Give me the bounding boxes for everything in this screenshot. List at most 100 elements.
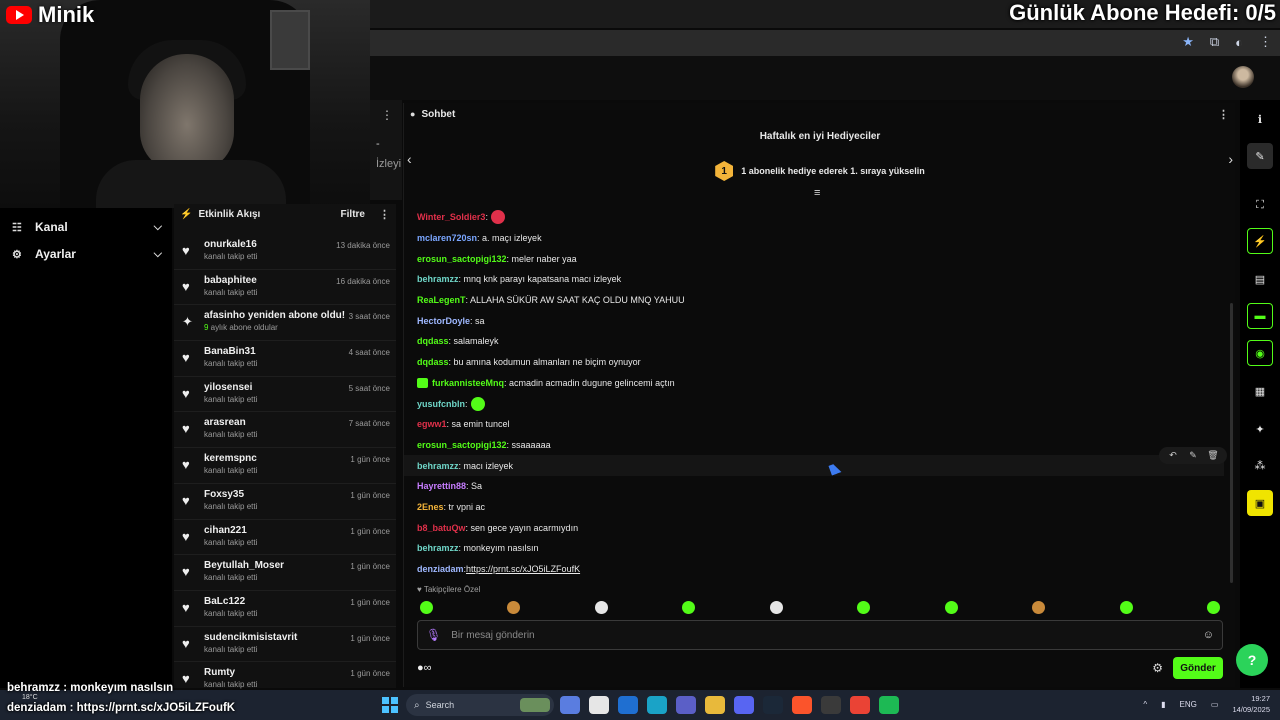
emote-icon[interactable]	[944, 601, 958, 614]
emote-icon[interactable]	[594, 601, 608, 614]
share-icon[interactable]: ⁂	[1247, 452, 1273, 478]
chat-message[interactable]: behramzz: monkeyım nasılsın	[404, 538, 1224, 559]
more-options-icon[interactable]: ⋮	[1218, 108, 1229, 121]
chat-username[interactable]: denziadam	[417, 564, 464, 574]
activity-user[interactable]: cihan221	[204, 525, 350, 536]
more-options-icon[interactable]: ⋮	[379, 208, 390, 221]
activity-row[interactable]: ♥ yilosensei kanalı takip etti 5 saat önce	[174, 377, 396, 413]
activity-user[interactable]: BaLc122	[204, 596, 350, 607]
emote-icon[interactable]	[1032, 601, 1046, 614]
chat-message[interactable]: Hayrettin88: Sa	[404, 476, 1224, 497]
sidebar-item-channel[interactable]: ☷ Kanal ⌵	[12, 220, 162, 234]
activity-user[interactable]: keremspnc	[204, 453, 350, 464]
activity-row[interactable]: ♥ Beytullah_Moser kanalı takip etti 1 gün ö…	[174, 555, 396, 591]
activity-row[interactable]: ♥ cihan221 kanalı takip etti 1 gün önce	[174, 520, 396, 556]
activity-row[interactable]: ♥ BaLc122 kanalı takip etti 1 gün önce	[174, 591, 396, 627]
chrome-icon[interactable]	[850, 696, 870, 714]
broadcast-icon[interactable]: ◉	[1247, 340, 1273, 366]
activity-user[interactable]: onurkale16	[204, 239, 336, 250]
folder-icon[interactable]	[705, 696, 725, 714]
emote-icon[interactable]	[507, 601, 521, 614]
chat-username[interactable]: mclaren720sn	[417, 233, 477, 243]
chat-username[interactable]: b8_batuQw	[417, 523, 466, 533]
chat-username[interactable]: behramzz	[417, 543, 459, 553]
chat-username[interactable]: HectorDoyle	[417, 316, 470, 326]
chat-username[interactable]: erosun_sactopigi132	[417, 440, 507, 450]
brave-icon[interactable]	[792, 696, 812, 714]
collapse-icon[interactable]: ≡	[814, 187, 820, 199]
activity-user[interactable]: babaphitee	[204, 275, 336, 286]
chat-username[interactable]: Winter_Soldier3	[417, 212, 485, 222]
extensions-icon[interactable]: ⧉	[1210, 34, 1219, 50]
activity-row[interactable]: ✦ afasinho yeniden abone oldu! 9 aylık abo…	[174, 305, 396, 342]
emote-icon[interactable]	[1206, 601, 1220, 614]
activity-user[interactable]: Foxsy35	[204, 489, 350, 500]
help-button[interactable]: ?	[1236, 644, 1268, 676]
clock[interactable]: 19:27 14/09/2025	[1232, 693, 1270, 715]
chat-username[interactable]: furkannisteeMnq	[432, 378, 504, 388]
pin-icon[interactable]: ✎	[1185, 450, 1201, 461]
activity-user[interactable]: yilosensei	[204, 382, 349, 393]
obs-icon[interactable]	[821, 696, 841, 714]
browser-menu-icon[interactable]: ⋮	[1259, 34, 1272, 50]
outlook-icon[interactable]	[618, 696, 638, 714]
chat-message[interactable]: dqdass: bu amına kodumun almanları ne bi…	[404, 352, 1224, 373]
tray-chevron-icon[interactable]: ^	[1143, 700, 1147, 709]
activity-user[interactable]: Beytullah_Moser	[204, 560, 350, 571]
lightning-icon[interactable]: ⚡	[1247, 228, 1273, 254]
activity-row[interactable]: ♥ onurkale16 kanalı takip etti 13 dakika ön…	[174, 234, 396, 270]
fullscreen-icon[interactable]: ⛶	[1247, 192, 1273, 218]
steam-icon[interactable]	[763, 696, 783, 714]
chat-username[interactable]: ReaLegenT	[417, 295, 466, 305]
emoji-icon[interactable]: ☺	[1203, 629, 1214, 641]
chat-message[interactable]: mclaren720sn: a. maçı izleyek	[404, 228, 1224, 249]
chat-username[interactable]: dqdass	[417, 357, 449, 367]
chat-message[interactable]: erosun_sactopigi132: meler naber yaa	[404, 248, 1224, 269]
edit-icon[interactable]: ✎	[1247, 143, 1273, 169]
chat-username[interactable]: behramzz	[417, 274, 459, 284]
chat-username[interactable]: erosun_sactopigi132	[417, 254, 507, 264]
document-icon[interactable]: ▤	[1247, 266, 1273, 292]
emote-icon[interactable]	[682, 601, 696, 614]
edge-icon[interactable]	[647, 696, 667, 714]
chat-link[interactable]: https://prnt.sc/xJO5iLZFoufK	[466, 564, 580, 574]
layout-icon[interactable]: ▦	[1247, 378, 1273, 404]
windows-start-icon[interactable]	[382, 697, 398, 713]
chat-username[interactable]: dqdass	[417, 336, 449, 346]
send-button[interactable]: Gönder	[1173, 657, 1223, 679]
chat-username[interactable]: Hayrettin88	[417, 481, 466, 491]
chat-message[interactable]: Winter_Soldier3:	[404, 207, 1224, 228]
chat-icon[interactable]: ▬	[1247, 303, 1273, 329]
activity-row[interactable]: ♥ Foxsy35 kanalı takip etti 1 gün önce	[174, 484, 396, 520]
emote-icon[interactable]	[857, 601, 871, 614]
chat-message[interactable]: yusufcnbln:	[404, 393, 1224, 414]
activity-user[interactable]: afasinho yeniden abone oldu!	[204, 310, 349, 321]
chat-message[interactable]: 2Enes: tr vpni ac	[404, 497, 1224, 518]
copilot-icon[interactable]	[560, 696, 580, 714]
reply-icon[interactable]: ↶	[1165, 450, 1181, 461]
chat-message[interactable]: behramzz: mnq knk parayı kapatsana macı …	[404, 269, 1224, 290]
activity-row[interactable]: ♥ keremspnc kanalı takip etti 1 gün önce	[174, 448, 396, 484]
microphone-icon[interactable]: 🎙	[426, 628, 441, 642]
points-icon[interactable]: ●∞	[417, 662, 432, 674]
chat-message[interactable]: HectorDoyle: sa	[404, 310, 1224, 331]
chat-settings-icon[interactable]: ⚙	[1152, 661, 1163, 675]
microphone-tray-icon[interactable]: ▮	[1161, 700, 1165, 709]
filter-button[interactable]: Filtre	[341, 209, 365, 220]
profile-icon[interactable]: ◐	[1235, 35, 1243, 50]
discord-icon[interactable]	[734, 696, 754, 714]
emote-icon[interactable]	[1119, 601, 1133, 614]
chat-message[interactable]: furkannisteeMnq: acmadin acmadin dugune …	[404, 373, 1224, 394]
chat-username[interactable]: behramzz	[417, 461, 459, 471]
wrench-icon[interactable]: ✦	[1247, 416, 1273, 442]
sidebar-item-settings[interactable]: ⚙ Ayarlar ⌵	[12, 247, 162, 261]
chat-message[interactable]: ReaLegenT: ALLAHA SÜKÜR AW SAAT KAÇ OLDU…	[404, 290, 1224, 311]
chat-username[interactable]: 2Enes	[417, 502, 444, 512]
teams-icon[interactable]	[676, 696, 696, 714]
chat-message[interactable]: egww1: sa emin tuncel	[404, 414, 1224, 435]
activity-user[interactable]: Rumty	[204, 667, 350, 678]
network-icon[interactable]: ▭	[1211, 700, 1219, 709]
language-indicator[interactable]: ENG	[1180, 700, 1197, 709]
activity-row[interactable]: ♥ sudencikmisistavrit kanalı takip etti 1 g…	[174, 627, 396, 663]
chat-message[interactable]: denziadam: https://prnt.sc/xJO5iLZFoufK	[404, 559, 1224, 580]
